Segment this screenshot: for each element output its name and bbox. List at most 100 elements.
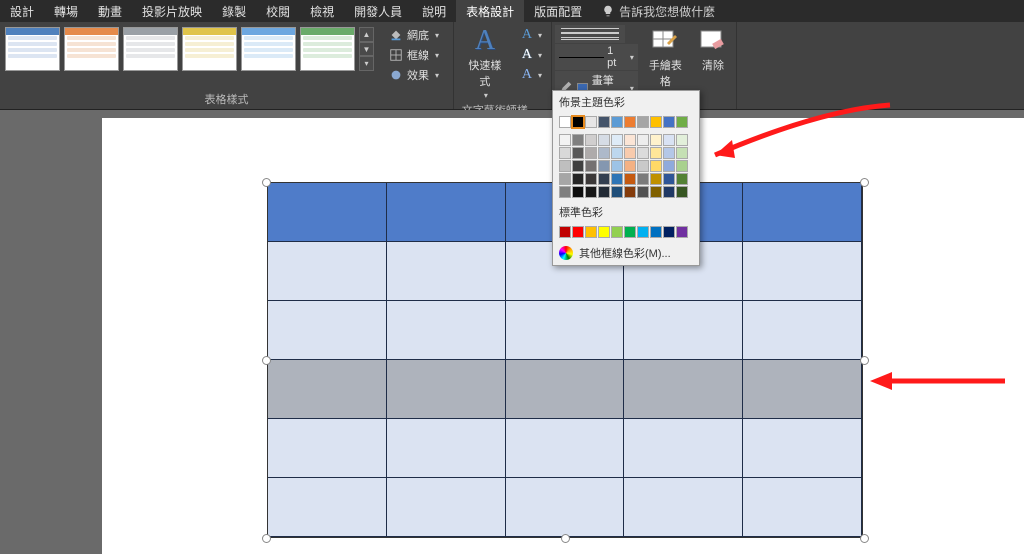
color-swatch[interactable] [663, 173, 675, 185]
color-swatch[interactable] [676, 160, 688, 172]
color-swatch[interactable] [598, 147, 610, 159]
table-style-thumb[interactable] [5, 27, 60, 71]
color-swatch[interactable] [598, 134, 610, 146]
color-swatch[interactable] [611, 186, 623, 198]
table-style-thumb[interactable] [123, 27, 178, 71]
table-style-thumb[interactable] [241, 27, 296, 71]
color-swatch[interactable] [650, 186, 662, 198]
color-swatch[interactable] [676, 116, 688, 128]
color-swatch[interactable] [624, 226, 636, 238]
tab-slideshow[interactable]: 投影片放映 [132, 0, 212, 22]
color-swatch[interactable] [585, 160, 597, 172]
tab-view[interactable]: 檢視 [300, 0, 344, 22]
text-fill-button[interactable]: A▾ [516, 25, 548, 45]
draw-table-button[interactable]: 手繪表格 [641, 25, 690, 91]
pen-style-dropdown[interactable] [555, 25, 625, 43]
table-style-thumb[interactable] [64, 27, 119, 71]
tab-design[interactable]: 設計 [0, 0, 44, 22]
tell-me[interactable]: 告訴我您想做什麼 [592, 0, 725, 22]
color-swatch[interactable] [624, 173, 636, 185]
color-swatch[interactable] [624, 116, 636, 128]
color-swatch[interactable] [559, 160, 571, 172]
table-style-thumb[interactable] [182, 27, 237, 71]
color-swatch[interactable] [598, 116, 610, 128]
color-swatch[interactable] [572, 147, 584, 159]
borders-button[interactable]: 框線▾ [383, 45, 445, 65]
color-swatch[interactable] [637, 160, 649, 172]
selection-handle[interactable] [262, 534, 271, 543]
effects-button[interactable]: 效果▾ [383, 65, 445, 85]
color-swatch[interactable] [585, 116, 597, 128]
color-swatch[interactable] [559, 186, 571, 198]
color-swatch[interactable] [585, 226, 597, 238]
color-swatch[interactable] [585, 134, 597, 146]
eraser-button[interactable]: 清除 [693, 25, 733, 75]
color-swatch[interactable] [676, 226, 688, 238]
color-swatch[interactable] [611, 116, 623, 128]
color-swatch[interactable] [572, 160, 584, 172]
color-swatch[interactable] [559, 134, 571, 146]
tab-animations[interactable]: 動畫 [88, 0, 132, 22]
color-swatch[interactable] [676, 147, 688, 159]
selection-handle[interactable] [561, 534, 570, 543]
color-swatch[interactable] [598, 173, 610, 185]
color-swatch[interactable] [611, 134, 623, 146]
color-swatch[interactable] [598, 160, 610, 172]
color-swatch[interactable] [572, 134, 584, 146]
color-swatch[interactable] [637, 226, 649, 238]
color-swatch[interactable] [598, 226, 610, 238]
tab-record[interactable]: 錄製 [212, 0, 256, 22]
tab-table-design[interactable]: 表格設計 [456, 0, 524, 22]
color-swatch[interactable] [559, 173, 571, 185]
color-swatch[interactable] [637, 186, 649, 198]
color-swatch[interactable] [624, 160, 636, 172]
color-swatch[interactable] [637, 173, 649, 185]
pen-weight-dropdown[interactable]: 1 pt▾ [555, 44, 638, 70]
gallery-scroll[interactable]: ▲ ▼ ▾ [359, 27, 374, 71]
color-swatch[interactable] [650, 173, 662, 185]
color-swatch[interactable] [585, 186, 597, 198]
selection-handle[interactable] [860, 356, 869, 365]
selection-handle[interactable] [262, 356, 271, 365]
more-colors-item[interactable]: 其他框線色彩(M)... [553, 241, 699, 265]
color-swatch[interactable] [611, 147, 623, 159]
selection-handle[interactable] [860, 534, 869, 543]
table-style-thumb[interactable] [300, 27, 355, 71]
color-swatch[interactable] [611, 160, 623, 172]
tab-help[interactable]: 說明 [412, 0, 456, 22]
tab-layout[interactable]: 版面配置 [524, 0, 592, 22]
color-swatch[interactable] [650, 160, 662, 172]
color-swatch[interactable] [611, 173, 623, 185]
selection-handle[interactable] [262, 178, 271, 187]
color-swatch[interactable] [637, 116, 649, 128]
color-swatch[interactable] [637, 147, 649, 159]
color-swatch[interactable] [585, 173, 597, 185]
tab-review[interactable]: 校閱 [256, 0, 300, 22]
color-swatch[interactable] [676, 173, 688, 185]
color-swatch[interactable] [572, 226, 584, 238]
gallery-down-icon[interactable]: ▼ [359, 42, 374, 57]
color-swatch[interactable] [572, 173, 584, 185]
color-swatch[interactable] [611, 226, 623, 238]
color-swatch[interactable] [676, 186, 688, 198]
shading-button[interactable]: 網底▾ [383, 25, 445, 45]
quick-styles-button[interactable]: A 快速樣式 ▾ [457, 25, 513, 102]
color-swatch[interactable] [663, 226, 675, 238]
tab-developer[interactable]: 開發人員 [344, 0, 412, 22]
color-swatch[interactable] [559, 116, 571, 128]
color-swatch[interactable] [559, 226, 571, 238]
color-swatch[interactable] [598, 186, 610, 198]
color-swatch[interactable] [624, 134, 636, 146]
color-swatch[interactable] [637, 134, 649, 146]
color-swatch[interactable] [650, 226, 662, 238]
text-effects-button[interactable]: A▾ [516, 65, 548, 85]
color-swatch[interactable] [663, 160, 675, 172]
color-swatch[interactable] [663, 116, 675, 128]
color-swatch[interactable] [650, 134, 662, 146]
color-swatch[interactable] [650, 147, 662, 159]
tab-transitions[interactable]: 轉場 [44, 0, 88, 22]
text-outline-button[interactable]: A▾ [516, 45, 548, 65]
color-swatch[interactable] [663, 186, 675, 198]
color-swatch[interactable] [663, 134, 675, 146]
color-swatch[interactable] [572, 186, 584, 198]
